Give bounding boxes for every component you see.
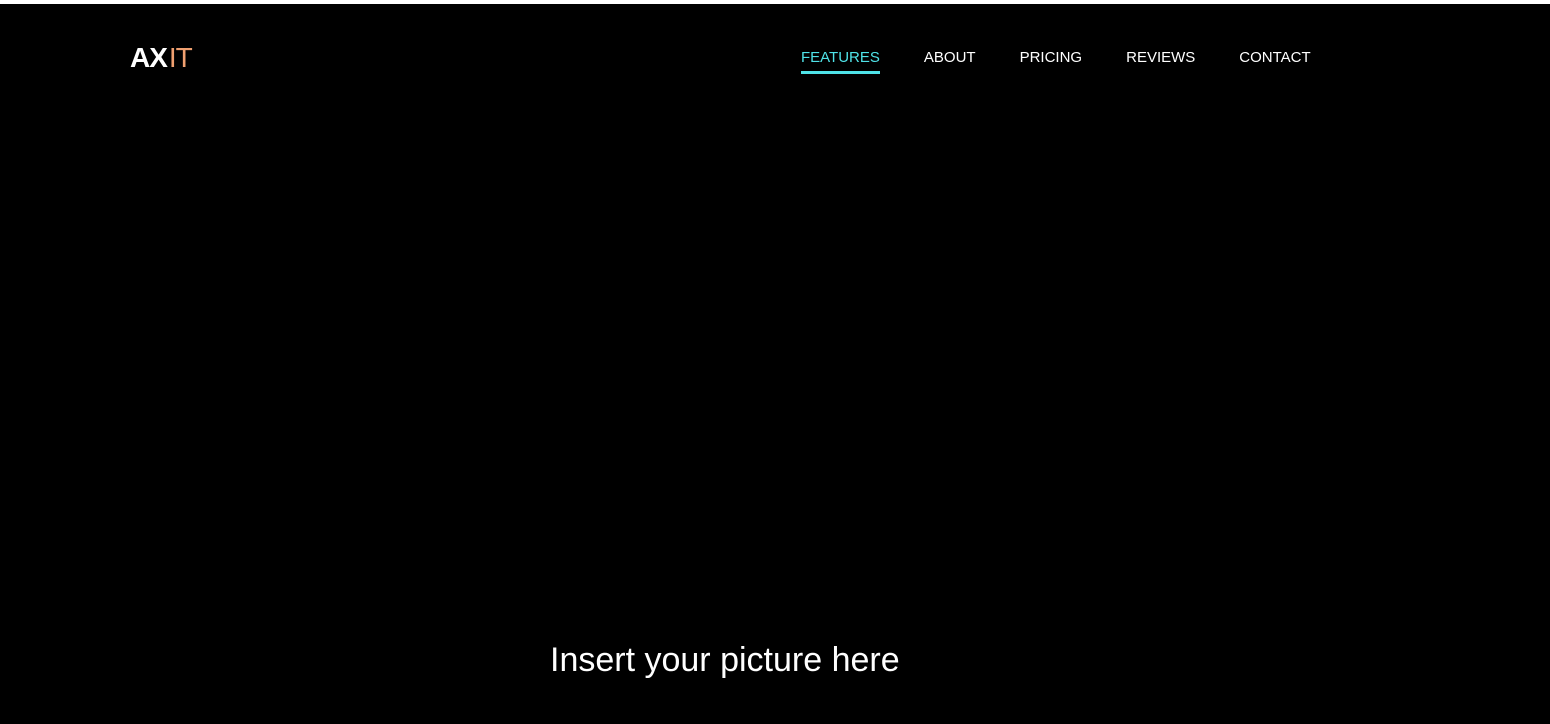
nav-link-reviews[interactable]: REVIEWS [1126, 48, 1195, 74]
page: AXIT FEATURES ABOUT PRICING REVIEWS CONT… [0, 4, 1550, 724]
logo-bold-text: AX [130, 42, 168, 73]
nav-link-about[interactable]: ABOUT [924, 48, 976, 74]
nav-link-features[interactable]: FEATURES [801, 48, 880, 74]
logo-light-text: IT [168, 42, 193, 73]
hero-placeholder-caption: Insert your picture here [550, 641, 900, 679]
nav-link-pricing[interactable]: PRICING [1020, 48, 1083, 74]
site-logo[interactable]: AXIT [130, 42, 193, 74]
nav-link-contact[interactable]: CONTACT [1239, 48, 1310, 74]
main-nav: FEATURES ABOUT PRICING REVIEWS CONTACT [801, 48, 1311, 74]
